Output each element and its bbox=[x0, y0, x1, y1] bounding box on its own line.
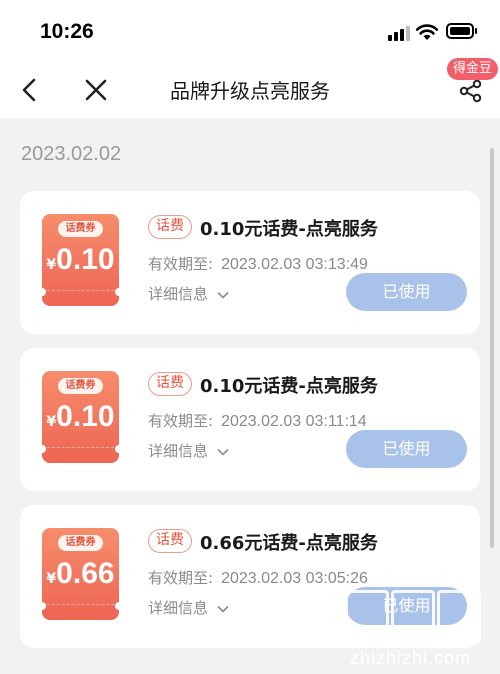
coupon-ticket: 话费券 ¥0.66 bbox=[38, 528, 123, 620]
watermark-logo bbox=[345, 590, 483, 648]
share-icon[interactable] bbox=[456, 76, 486, 106]
category-tag: 话费 bbox=[148, 529, 192, 553]
coupon-tag: 话费券 bbox=[58, 378, 103, 394]
coupon-amount: 0.66 bbox=[56, 557, 115, 590]
ticket-notch bbox=[115, 445, 123, 453]
category-tag: 话费 bbox=[148, 215, 192, 239]
signal-icon bbox=[388, 25, 410, 41]
card-title: 0.10元话费-点亮服务 bbox=[200, 376, 378, 397]
category-tag: 话费 bbox=[148, 372, 192, 396]
details-toggle[interactable]: 详细信息 bbox=[148, 283, 229, 304]
coupon-card[interactable]: 话费券 ¥0.10 话费 0.10元话费-点亮服务 有效期至: 2023.02.0… bbox=[20, 348, 480, 491]
expiry-label: 有效期至: bbox=[148, 255, 214, 273]
coupon-amount: 0.10 bbox=[56, 400, 115, 433]
expiry-date: 2023.02.03 03:11:14 bbox=[221, 413, 367, 430]
ticket-notch bbox=[38, 445, 46, 453]
expiry-label: 有效期至: bbox=[148, 412, 214, 430]
used-status-button[interactable]: 已使用 bbox=[346, 273, 467, 311]
currency-symbol: ¥ bbox=[46, 414, 57, 430]
coupon-tag: 话费券 bbox=[58, 535, 103, 551]
coupon-amount: 0.10 bbox=[56, 243, 115, 276]
ticket-notch bbox=[115, 602, 123, 610]
reward-badge[interactable]: 得金豆 bbox=[447, 58, 499, 80]
chevron-down-icon bbox=[217, 291, 229, 299]
details-toggle[interactable]: 详细信息 bbox=[148, 440, 229, 461]
chevron-down-icon bbox=[217, 605, 229, 613]
expiry-row: 有效期至: 2023.02.03 03:13:49 bbox=[148, 253, 368, 274]
expiry-date: 2023.02.03 03:05:26 bbox=[221, 570, 368, 587]
currency-symbol: ¥ bbox=[46, 257, 57, 273]
expiry-date: 2023.02.03 03:13:49 bbox=[221, 256, 368, 273]
details-toggle[interactable]: 详细信息 bbox=[148, 597, 229, 618]
expiry-label: 有效期至: bbox=[148, 569, 214, 587]
details-label: 详细信息 bbox=[148, 442, 209, 460]
card-title: 0.66元话费-点亮服务 bbox=[200, 533, 378, 554]
status-time: 10:26 bbox=[40, 20, 94, 43]
expiry-row: 有效期至: 2023.02.03 03:11:14 bbox=[148, 410, 367, 431]
coupon-value: ¥0.66 bbox=[42, 557, 119, 591]
wifi-icon bbox=[415, 24, 439, 40]
ticket-notch bbox=[115, 288, 123, 296]
chevron-down-icon bbox=[217, 448, 229, 456]
currency-symbol: ¥ bbox=[46, 571, 57, 587]
card-title: 0.10元话费-点亮服务 bbox=[200, 219, 378, 240]
nav-bar: 品牌升级点亮服务 得金豆 bbox=[0, 58, 500, 118]
scrollbar[interactable] bbox=[490, 148, 494, 548]
watermark-text: zhizhizhi.com bbox=[350, 648, 472, 668]
coupon-value: ¥0.10 bbox=[42, 243, 119, 277]
details-label: 详细信息 bbox=[148, 599, 209, 617]
coupon-value: ¥0.10 bbox=[42, 400, 119, 434]
ticket-notch bbox=[38, 602, 46, 610]
coupon-ticket: 话费券 ¥0.10 bbox=[38, 214, 123, 306]
expiry-row: 有效期至: 2023.02.03 03:05:26 bbox=[148, 567, 368, 588]
status-bar: 10:26 bbox=[0, 0, 500, 62]
ticket-notch bbox=[38, 288, 46, 296]
details-label: 详细信息 bbox=[148, 285, 209, 303]
coupon-card[interactable]: 话费券 ¥0.10 话费 0.10元话费-点亮服务 有效期至: 2023.02.0… bbox=[20, 191, 480, 334]
date-header: 2023.02.02 bbox=[21, 143, 122, 165]
battery-icon bbox=[446, 23, 477, 39]
used-status-button[interactable]: 已使用 bbox=[346, 430, 467, 468]
coupon-tag: 话费券 bbox=[58, 221, 103, 237]
coupon-ticket: 话费券 ¥0.10 bbox=[38, 371, 123, 463]
page-title: 品牌升级点亮服务 bbox=[170, 79, 330, 103]
